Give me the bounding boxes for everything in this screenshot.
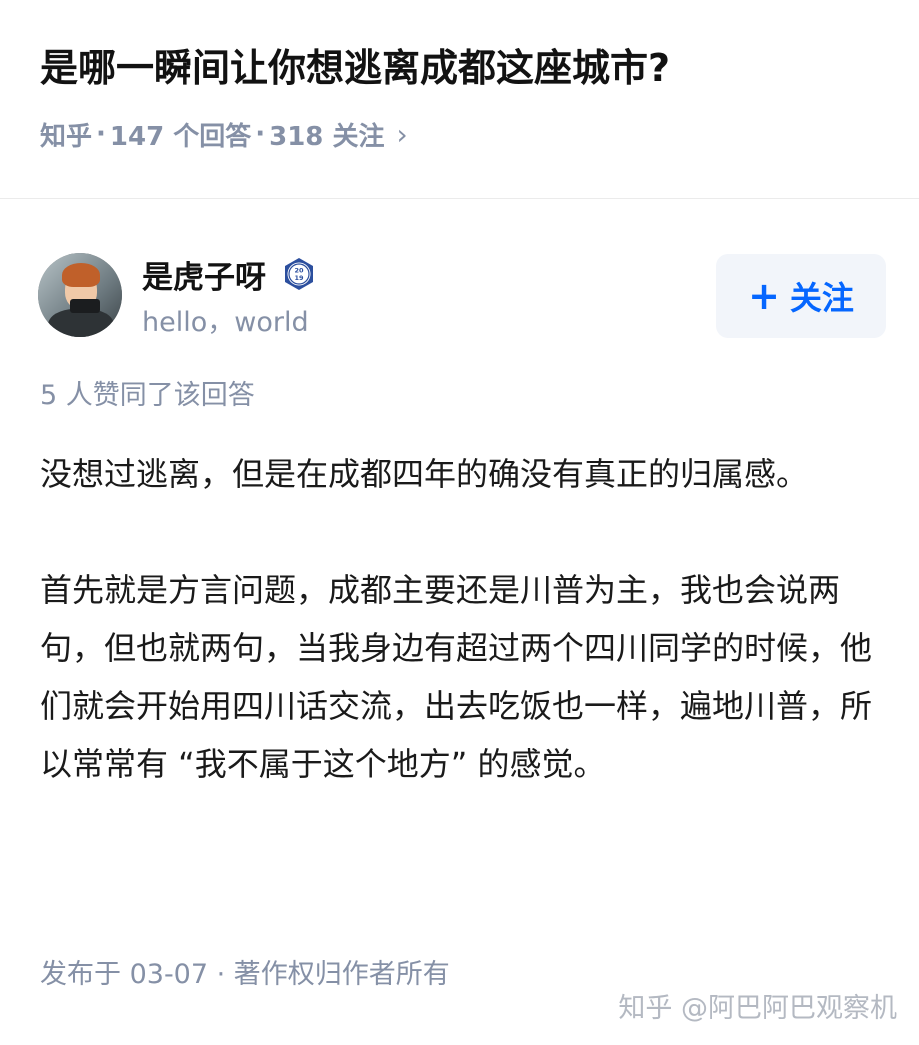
svg-text:19: 19 bbox=[294, 274, 304, 282]
chevron-right-icon: › bbox=[396, 117, 408, 151]
question-meta[interactable]: 知乎 · 147 个回答 · 318 关注 › bbox=[40, 112, 408, 156]
plus-icon: + bbox=[748, 274, 780, 318]
follow-button[interactable]: + 关注 bbox=[716, 254, 886, 338]
author-name-row[interactable]: 是虎子呀 20 19 bbox=[142, 252, 316, 296]
answer-page: 是哪一瞬间让你想逃离成都这座城市? 知乎 · 147 个回答 · 318 关注 … bbox=[0, 0, 919, 1045]
meta-separator: · bbox=[255, 119, 266, 149]
answer-paragraph: 没想过逃离，但是在成都四年的确没有真正的归属感。 bbox=[40, 455, 809, 493]
answers-count: 147 个回答 bbox=[109, 121, 252, 152]
answer-body: 没想过逃离，但是在成都四年的确没有真正的归属感。 首先就是方言问题，成都主要还是… bbox=[40, 445, 880, 793]
publish-info: 发布于 03-07 · 著作权归作者所有 bbox=[40, 959, 450, 990]
follow-label: 关注 bbox=[789, 279, 854, 317]
vote-summary[interactable]: 5 人赞同了该回答 bbox=[40, 376, 255, 416]
year-badge-icon: 20 19 bbox=[285, 258, 313, 290]
source-label: 知乎 bbox=[40, 121, 93, 152]
author-bio: hello，world bbox=[142, 307, 309, 338]
divider bbox=[0, 198, 919, 199]
followers-count: 318 关注 bbox=[269, 121, 385, 152]
question-title[interactable]: 是哪一瞬间让你想逃离成都这座城市? bbox=[40, 40, 900, 96]
meta-separator: · bbox=[96, 119, 106, 149]
watermark: 知乎 @阿巴阿巴观察机 bbox=[618, 993, 897, 1024]
author-name[interactable]: 是虎子呀 bbox=[142, 252, 266, 297]
avatar[interactable] bbox=[38, 253, 122, 337]
answer-paragraph: 首先就是方言问题，成都主要还是川普为主，我也会说两句，但也就两句，当我身边有超过… bbox=[40, 571, 873, 783]
